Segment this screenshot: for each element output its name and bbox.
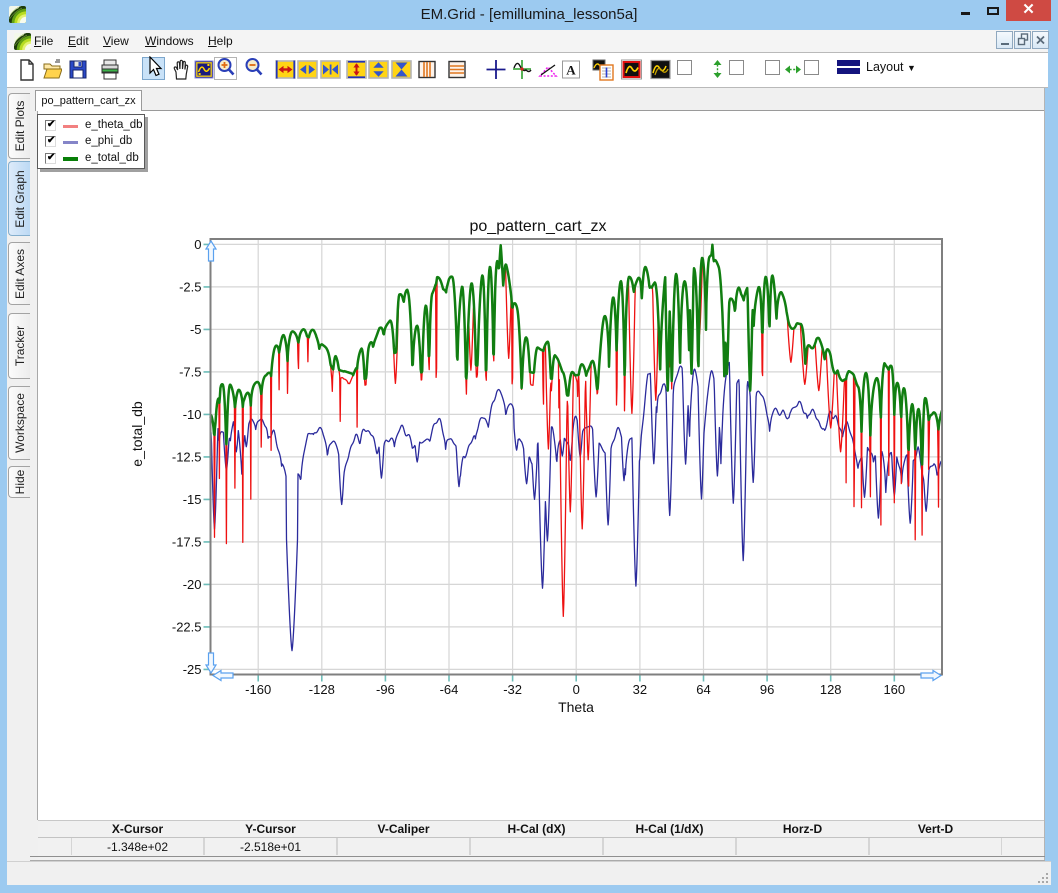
svg-text:-32: -32: [503, 682, 522, 697]
svg-text:-10: -10: [183, 407, 202, 422]
svg-text:A: A: [566, 63, 576, 78]
svg-text:-25: -25: [183, 662, 202, 677]
svg-text:-64: -64: [440, 682, 459, 697]
svg-text:po_pattern_cart_zx: po_pattern_cart_zx: [470, 218, 607, 235]
svg-text:96: 96: [760, 682, 774, 697]
svg-text:e_total_db: e_total_db: [129, 401, 145, 467]
svg-text:-22.5: -22.5: [172, 619, 202, 634]
svg-text:-5: -5: [190, 322, 202, 337]
svg-text:Theta: Theta: [558, 699, 594, 715]
svg-text:-17.5: -17.5: [172, 534, 202, 549]
svg-text:-160: -160: [245, 682, 271, 697]
svg-text:0: 0: [573, 682, 580, 697]
svg-text:0: 0: [194, 237, 201, 252]
svg-text:-96: -96: [376, 682, 395, 697]
svg-text:-128: -128: [309, 682, 335, 697]
svg-text:64: 64: [696, 682, 710, 697]
svg-text:-7.5: -7.5: [179, 364, 201, 379]
svg-text:-2.5: -2.5: [179, 279, 201, 294]
svg-text:160: 160: [883, 682, 905, 697]
svg-text:-20: -20: [183, 577, 202, 592]
svg-text:-12.5: -12.5: [172, 449, 202, 464]
svg-text:32: 32: [633, 682, 647, 697]
svg-text:-15: -15: [183, 492, 202, 507]
svg-text:128: 128: [820, 682, 842, 697]
